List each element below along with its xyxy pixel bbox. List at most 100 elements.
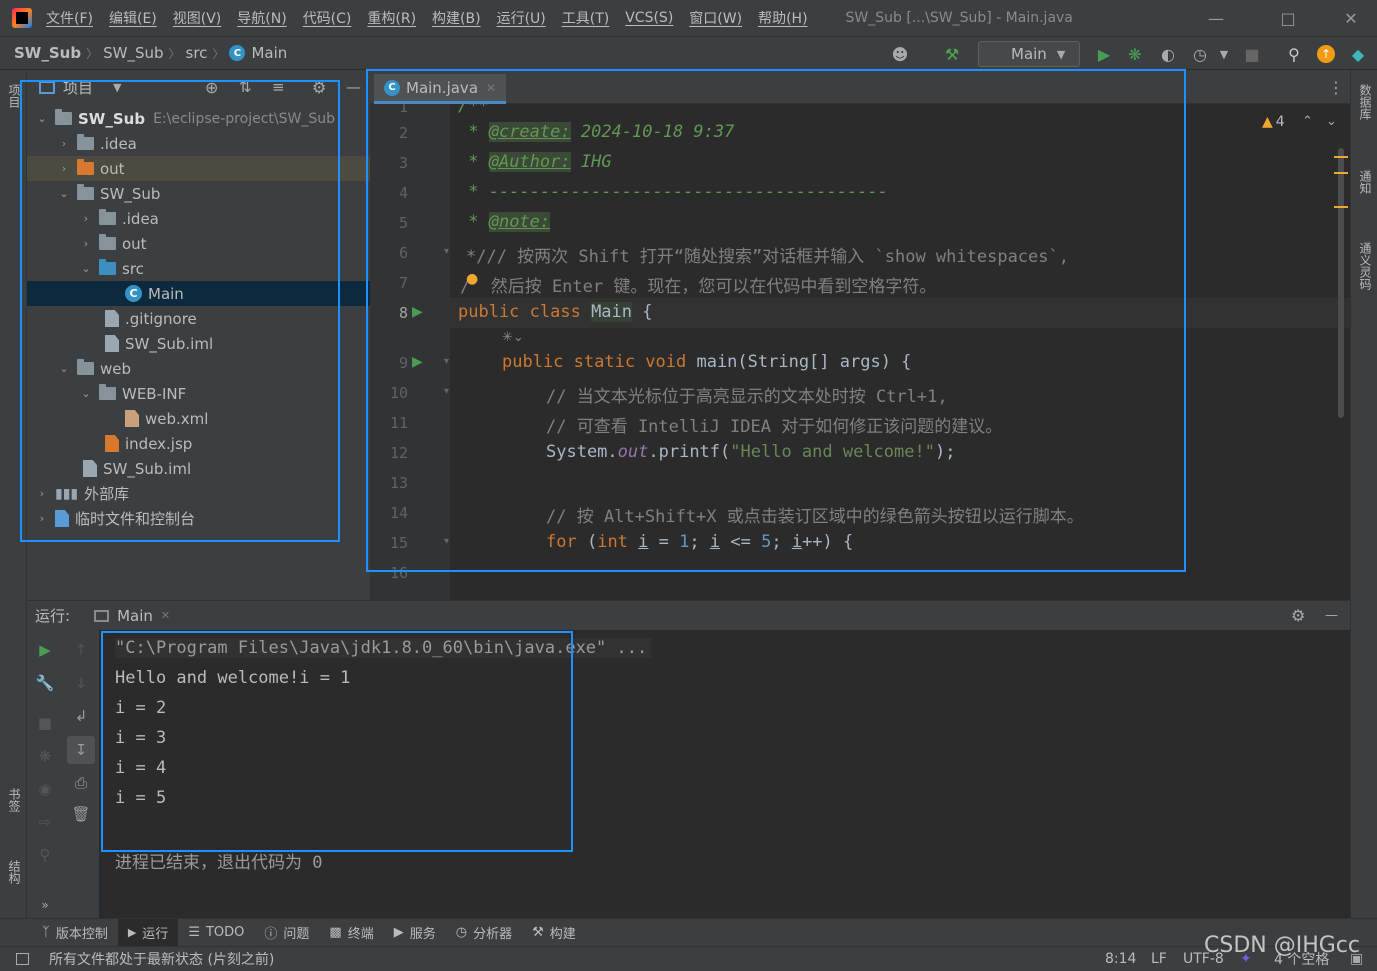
tree-item-sw-sub-module[interactable]: ⌄ SW_Sub bbox=[27, 181, 370, 206]
tool-run[interactable]: ▶ 运行 bbox=[117, 918, 179, 947]
tool-profiler[interactable]: ◷ 分析器 bbox=[446, 919, 522, 947]
update-icon[interactable]: ↑ bbox=[1316, 44, 1336, 64]
tree-item-main[interactable]: C Main bbox=[27, 281, 370, 306]
chevron-right-icon[interactable]: › bbox=[79, 237, 93, 250]
tree-item-web-xml[interactable]: web.xml bbox=[27, 406, 370, 431]
stop-icon[interactable]: ■ bbox=[35, 713, 55, 733]
status-message[interactable]: 所有文件都处于最新状态 (片刻之前) bbox=[49, 949, 274, 969]
bookmarks-tool-button[interactable]: 书签 bbox=[6, 788, 23, 812]
hide-panel-icon[interactable]: — bbox=[346, 78, 361, 96]
tab-main-java[interactable]: C Main.java ✕ bbox=[374, 74, 507, 104]
tree-item-web-inf[interactable]: ⌄ WEB-INF bbox=[27, 381, 370, 406]
tool-terminal[interactable]: ▩ 终端 bbox=[319, 919, 383, 947]
menu-view[interactable]: 视图(V) bbox=[173, 8, 222, 28]
user-icon[interactable]: ☻ bbox=[890, 44, 910, 64]
tree-item-out-nested[interactable]: › out bbox=[27, 231, 370, 256]
menu-navigate[interactable]: 导航(N) bbox=[237, 8, 286, 28]
warning-stripe[interactable] bbox=[1334, 172, 1348, 174]
chevron-down-icon[interactable]: ⌄ bbox=[57, 362, 71, 375]
close-tab-icon[interactable]: ✕ bbox=[486, 81, 496, 95]
database-tool-button[interactable]: 数据库 bbox=[1357, 84, 1374, 120]
run-tab-main[interactable]: Main bbox=[117, 607, 153, 625]
menu-build[interactable]: 构建(B) bbox=[432, 8, 481, 28]
tree-item-iml[interactable]: SW_Sub.iml bbox=[27, 331, 370, 356]
warning-stripe[interactable] bbox=[1334, 156, 1348, 158]
more-options-icon[interactable]: ⋮ bbox=[1328, 78, 1344, 97]
gear-icon[interactable]: ⚙ bbox=[312, 78, 326, 97]
search-icon[interactable]: ⚲ bbox=[1284, 44, 1304, 64]
scroll-to-end-icon[interactable]: ↧ bbox=[67, 736, 95, 764]
ai-assist-icon[interactable]: ✳⌄ bbox=[502, 330, 524, 345]
project-view-select[interactable]: 项目 bbox=[63, 77, 93, 98]
tree-item-idea[interactable]: › .idea bbox=[27, 131, 370, 156]
scroll-down-icon[interactable]: ↓ bbox=[71, 673, 91, 693]
tool-problems[interactable]: ⓘ 问题 bbox=[254, 919, 319, 947]
tree-item-idea-nested[interactable]: › .idea bbox=[27, 206, 370, 231]
minimize-icon[interactable]: — bbox=[1193, 0, 1239, 36]
tree-item-out[interactable]: › out bbox=[27, 156, 370, 181]
code-editor[interactable]: 1 2 3 4 5 6 7 8 9 10 11 12 13 14 15 16 ▶… bbox=[370, 104, 1350, 600]
build-hammer-icon[interactable]: ⚒ bbox=[942, 44, 962, 64]
menu-vcs[interactable]: VCS(S) bbox=[625, 10, 673, 26]
fold-icon[interactable]: ▾ bbox=[444, 246, 449, 257]
stop-icon[interactable]: ■ bbox=[1242, 44, 1262, 64]
chevron-right-icon[interactable]: › bbox=[35, 487, 49, 500]
warning-stripe[interactable] bbox=[1334, 206, 1348, 208]
close-tab-icon[interactable]: ✕ bbox=[161, 609, 170, 622]
close-icon[interactable]: ✕ bbox=[1328, 0, 1374, 36]
fold-icon[interactable]: ▾ bbox=[444, 356, 449, 367]
debug-bug-icon[interactable]: ❋ bbox=[35, 746, 55, 766]
chevron-down-icon[interactable]: ⌄ bbox=[79, 262, 93, 275]
tree-item-web[interactable]: ⌄ web bbox=[27, 356, 370, 381]
previous-highlight-icon[interactable]: ⌃ bbox=[1302, 114, 1313, 129]
tree-item-root-iml[interactable]: SW_Sub.iml bbox=[27, 456, 370, 481]
run-gutter-icon[interactable]: ▶ bbox=[412, 354, 423, 370]
chevron-down-icon[interactable]: ▼ bbox=[113, 81, 121, 94]
line-separator[interactable]: LF bbox=[1151, 951, 1167, 967]
chevron-right-icon[interactable]: › bbox=[57, 162, 71, 175]
chevron-right-icon[interactable]: › bbox=[35, 512, 49, 525]
search-icon[interactable]: ⚲ bbox=[35, 845, 55, 865]
expand-all-icon[interactable]: ⇅ bbox=[239, 78, 252, 96]
fold-icon[interactable]: ▾ bbox=[444, 536, 449, 547]
tree-item-external-libraries[interactable]: › ▮▮▮ 外部库 bbox=[27, 481, 370, 506]
tree-item-project-root[interactable]: ⌄ SW_Sub E:\eclipse-project\SW_Sub bbox=[27, 106, 370, 131]
more-run-chevron-icon[interactable]: ▼ bbox=[1214, 44, 1234, 64]
gear-icon[interactable]: ⚙ bbox=[1291, 606, 1305, 625]
chevron-right-icon[interactable]: › bbox=[57, 137, 71, 150]
coverage-icon[interactable]: ◐ bbox=[1158, 44, 1178, 64]
run-config-select[interactable]: Main ▼ bbox=[978, 41, 1080, 67]
cursor-position[interactable]: 8:14 bbox=[1105, 951, 1136, 967]
scroll-up-icon[interactable]: ↑ bbox=[71, 640, 91, 660]
tool-todo[interactable]: ☰ TODO bbox=[178, 919, 254, 947]
debug-bug-icon[interactable]: ❋ bbox=[1125, 44, 1145, 64]
run-gutter-icon[interactable]: ▶ bbox=[412, 304, 423, 320]
exit-icon[interactable]: ⇨ bbox=[35, 812, 55, 832]
editor-scrollbar[interactable] bbox=[1338, 148, 1344, 418]
lightbulb-icon[interactable]: ● bbox=[466, 271, 478, 287]
tree-item-scratches[interactable]: › 临时文件和控制台 bbox=[27, 506, 370, 531]
locate-file-icon[interactable]: ⊕ bbox=[205, 78, 218, 97]
menu-run[interactable]: 运行(U) bbox=[497, 8, 546, 28]
tool-version-control[interactable]: ᛉ 版本控制 bbox=[32, 919, 118, 947]
profiler-icon[interactable]: ◷ bbox=[1190, 44, 1210, 64]
warning-icon[interactable]: ▲ 4 bbox=[1262, 114, 1285, 130]
breadcrumb-project[interactable]: SW_Sub bbox=[14, 44, 81, 62]
menu-window[interactable]: 窗口(W) bbox=[689, 8, 742, 28]
tree-item-src[interactable]: ⌄ src bbox=[27, 256, 370, 281]
menu-help[interactable]: 帮助(H) bbox=[758, 8, 807, 28]
menu-tools[interactable]: 工具(T) bbox=[562, 8, 609, 28]
collapse-all-icon[interactable]: ≡ bbox=[272, 78, 285, 96]
structure-tool-button[interactable]: 结构 bbox=[6, 860, 23, 884]
run-icon[interactable]: ▶ bbox=[1094, 44, 1114, 64]
menu-edit[interactable]: 编辑(E) bbox=[109, 8, 157, 28]
wrench-icon[interactable]: 🔧 bbox=[35, 673, 55, 693]
hide-panel-icon[interactable]: — bbox=[1325, 608, 1338, 623]
tree-item-index-jsp[interactable]: index.jsp bbox=[27, 431, 370, 456]
menu-code[interactable]: 代码(C) bbox=[303, 8, 352, 28]
breadcrumb-class[interactable]: Main bbox=[251, 44, 287, 62]
fold-icon[interactable]: ▾ bbox=[444, 386, 449, 397]
project-tool-button[interactable]: 项目 bbox=[6, 84, 23, 108]
run-console[interactable]: "C:\Program Files\Java\jdk1.8.0_60\bin\j… bbox=[99, 630, 1350, 918]
chevron-down-icon[interactable]: ⌄ bbox=[35, 112, 49, 125]
